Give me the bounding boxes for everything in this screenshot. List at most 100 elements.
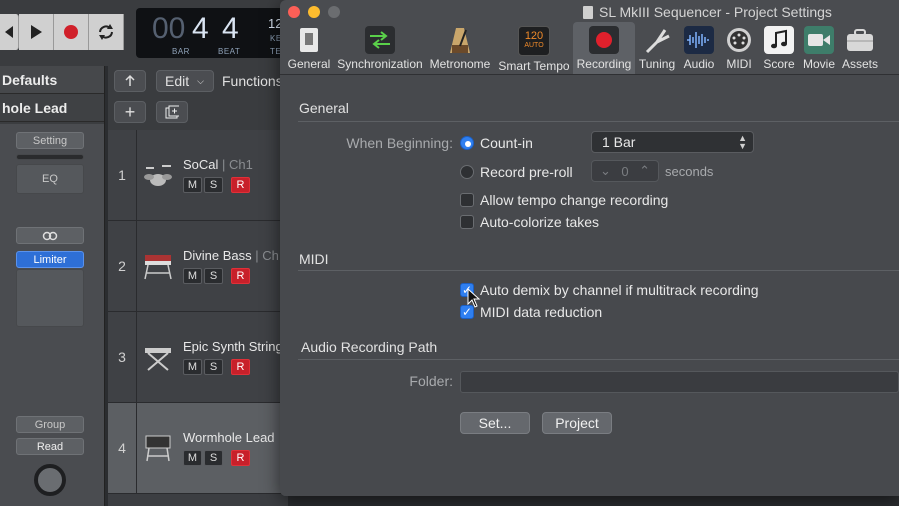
keyboard-stand-icon (145, 348, 171, 371)
track-buttons: M S R (183, 177, 250, 193)
keyboard-icon (144, 255, 172, 280)
track-buttons: M S R (183, 450, 250, 466)
preroll-stepper[interactable]: ⌄ 0 ⌃ (591, 160, 659, 182)
allow-tempo-change-checkbox[interactable] (460, 193, 474, 207)
metronome-icon (445, 26, 475, 54)
record-dot-icon (64, 25, 78, 39)
recording-settings-pane: General When Beginning: Count-in 1 Bar ▲… (280, 74, 899, 496)
pan-knob[interactable] (34, 464, 66, 496)
track-number: 1 (108, 130, 137, 220)
channel-strip: Setting EQ Limiter Group Read (0, 124, 104, 506)
lcd-bar: 4 (192, 12, 209, 45)
add-track-button[interactable]: + (114, 101, 146, 123)
record-button[interactable] (54, 14, 89, 50)
setting-button[interactable]: Setting (16, 132, 84, 149)
play-button[interactable] (19, 14, 54, 50)
cycle-button[interactable] (89, 14, 124, 50)
auto-colorize-checkbox[interactable] (460, 215, 474, 229)
track-name: Epic Synth String (183, 339, 283, 354)
mute-button[interactable]: M (183, 359, 202, 375)
tab-movie[interactable]: Movie (800, 22, 838, 74)
back-button[interactable] (114, 70, 146, 92)
tracks-header: Edit ⌵ Functions + (108, 66, 288, 130)
zoom-window-button[interactable] (328, 6, 340, 18)
plugin-slots[interactable] (16, 269, 84, 327)
score-icon (764, 26, 794, 54)
track-row[interactable]: 2 Divine Bass | Ch M S R (108, 221, 288, 312)
lcd-bar-dim: 00 (152, 12, 186, 45)
track-row[interactable]: 3 Epic Synth String M S R (108, 312, 288, 403)
smart-tempo-icon: 120 AUTO (518, 26, 550, 56)
mute-button[interactable]: M (183, 450, 202, 466)
mute-button[interactable]: M (183, 177, 202, 193)
lcd-display[interactable]: 00 4 4 BAR BEAT 12 KE TE (136, 8, 286, 58)
limiter-plugin-slot[interactable]: Limiter (16, 251, 84, 268)
count-in-radio[interactable] (460, 136, 474, 150)
folder-label: Folder: (409, 373, 453, 389)
tab-audio[interactable]: Audio (680, 22, 718, 74)
duplicate-track-button[interactable] (156, 101, 188, 123)
group-button[interactable]: Group (16, 416, 84, 433)
rewind-button[interactable] (0, 14, 19, 50)
stepper-down-icon[interactable]: ⌄ (600, 163, 611, 179)
region-defaults-label[interactable]: Defaults (0, 66, 104, 94)
link-button[interactable] (16, 227, 84, 244)
tab-smart-tempo[interactable]: 120 AUTO Smart Tempo (496, 22, 572, 74)
tab-general[interactable]: General (284, 22, 334, 74)
tab-recording[interactable]: Recording (573, 22, 635, 74)
edit-menu[interactable]: Edit ⌵ (156, 70, 214, 92)
count-in-value: 1 Bar (602, 134, 636, 150)
track-name: Wormhole Lead (183, 430, 275, 445)
track-number: 3 (108, 312, 137, 402)
general-icon (294, 26, 324, 54)
stepper-up-icon[interactable]: ⌃ (639, 163, 650, 179)
record-enable-button[interactable]: R (231, 359, 250, 375)
solo-button[interactable]: S (204, 359, 223, 375)
popup-arrows-icon: ▲ ▼ (738, 133, 747, 151)
document-icon (583, 6, 593, 19)
preroll-unit: seconds (665, 164, 714, 179)
auto-demix-label[interactable]: Auto demix by channel if multitrack reco… (480, 282, 759, 298)
track-list: 1 SoCal | Ch1 M S R 2 Divine Bass | Ch M… (108, 130, 288, 506)
count-in-label[interactable]: Count-in (480, 135, 533, 151)
allow-tempo-change-label[interactable]: Allow tempo change recording (480, 192, 668, 208)
track-buttons: M S R (183, 268, 250, 284)
record-enable-button[interactable]: R (231, 450, 250, 466)
record-preroll-radio[interactable] (460, 165, 474, 179)
minimize-window-button[interactable] (308, 6, 320, 18)
close-window-button[interactable] (288, 6, 300, 18)
drum-kit-icon (144, 165, 172, 186)
auto-colorize-label[interactable]: Auto-colorize takes (480, 214, 599, 230)
count-in-popup[interactable]: 1 Bar ▲ ▼ (591, 131, 754, 153)
midi-data-reduction-label[interactable]: MIDI data reduction (480, 304, 602, 320)
lcd-bar-caption: BAR (172, 47, 190, 56)
solo-button[interactable]: S (204, 177, 223, 193)
track-row[interactable]: 1 SoCal | Ch1 M S R (108, 130, 288, 221)
project-folder-button[interactable]: Project (542, 412, 612, 434)
solo-button[interactable]: S (204, 268, 223, 284)
record-enable-button[interactable]: R (231, 177, 250, 193)
lcd-beat-caption: BEAT (218, 47, 241, 56)
tab-midi[interactable]: MIDI (720, 22, 758, 74)
tab-assets[interactable]: Assets (840, 22, 880, 74)
track-row-selected[interactable]: 4 Wormhole Lead M S R (108, 403, 288, 494)
track-name: Divine Bass | Ch (183, 248, 279, 263)
eq-display[interactable]: EQ (16, 164, 84, 194)
synchronization-icon (365, 26, 395, 54)
tab-tuning[interactable]: Tuning (636, 22, 678, 74)
window-titlebar[interactable]: SL MkIII Sequencer - Project Settings (280, 0, 899, 24)
tab-score[interactable]: Score (760, 22, 798, 74)
set-folder-button[interactable]: Set... (460, 412, 530, 434)
inspector-panel: Defaults hole Lead Setting EQ Limiter Gr… (0, 66, 105, 506)
mute-button[interactable]: M (183, 268, 202, 284)
folder-path-field[interactable] (460, 371, 899, 393)
automation-read-button[interactable]: Read (16, 438, 84, 455)
tab-synchronization[interactable]: Synchronization (336, 22, 424, 74)
track-name-label[interactable]: hole Lead (0, 94, 104, 122)
solo-button[interactable]: S (204, 450, 223, 466)
record-enable-button[interactable]: R (231, 268, 250, 284)
tab-metronome[interactable]: Metronome (428, 22, 492, 74)
record-preroll-label[interactable]: Record pre-roll (480, 164, 573, 180)
settings-toolbar: General Synchronization Metronome 120 AU… (280, 22, 899, 74)
track-number: 2 (108, 221, 137, 311)
